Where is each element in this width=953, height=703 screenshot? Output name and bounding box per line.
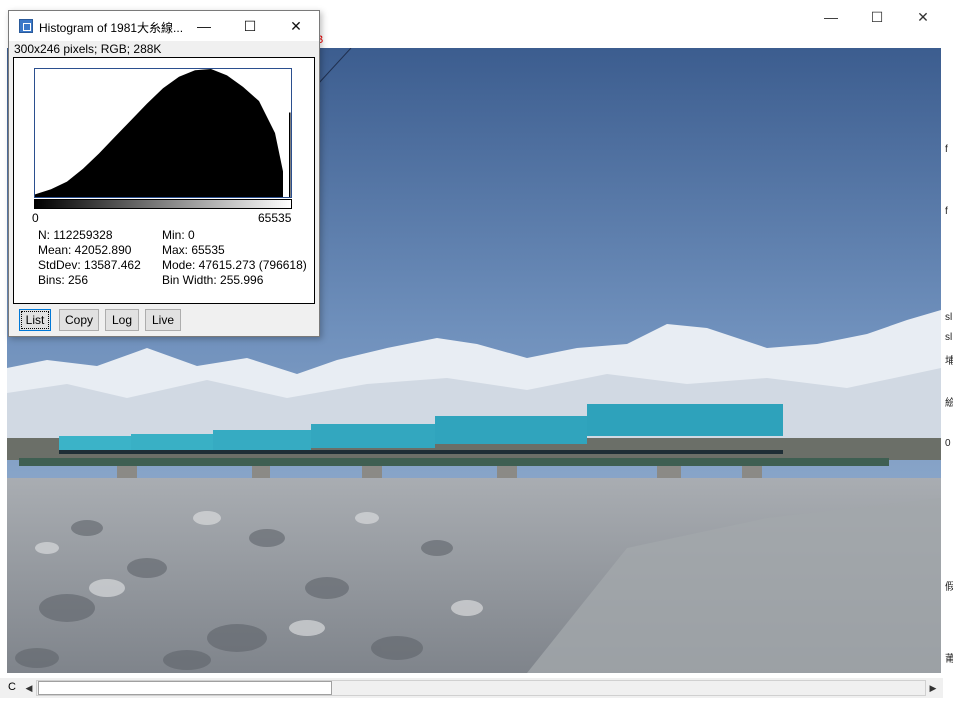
edge-glyph: 埔	[945, 356, 953, 367]
scroll-thumb[interactable]	[38, 681, 332, 695]
stat-mode: Mode: 47615.273 (796618)	[162, 258, 307, 272]
maximize-icon: ☐	[243, 17, 257, 34]
scroll-left-arrow-icon[interactable]: ◀	[22, 681, 36, 695]
histogram-image-info: 300x246 pixels; RGB; 288K	[14, 42, 162, 56]
background-right-edge: f f sl sl 埔 絵 0 假 莆	[943, 0, 953, 703]
edge-glyph: 絵	[945, 398, 953, 409]
edge-glyph: sl	[945, 332, 953, 343]
edge-glyph: 假	[945, 582, 953, 593]
histogram-close-button[interactable]: ✕	[273, 11, 319, 41]
edge-glyph: f	[945, 206, 948, 217]
close-button[interactable]: ✕	[900, 2, 946, 32]
histogram-plot	[34, 68, 292, 198]
histogram-title: Histogram of 1981大糸線...	[39, 21, 184, 35]
stat-mean: Mean: 42052.890	[38, 243, 132, 257]
list-button[interactable]: List	[19, 309, 51, 331]
minimize-icon: —	[197, 18, 211, 34]
stat-bins: Bins: 256	[38, 273, 89, 287]
close-icon: ✕	[290, 17, 302, 34]
maximize-icon: ☐	[870, 8, 884, 25]
scroll-channel-label: C	[8, 681, 16, 693]
scroll-right-arrow-icon[interactable]: ▶	[926, 681, 940, 695]
copy-button[interactable]: Copy	[59, 309, 99, 331]
imagej-app-icon	[19, 19, 33, 33]
close-icon: ✕	[917, 8, 929, 25]
intensity-gradient-bar	[34, 199, 292, 209]
minimize-button[interactable]: —	[808, 2, 854, 32]
histogram-last-bin	[289, 112, 291, 197]
bridge-deck	[19, 458, 889, 466]
edge-glyph: 莆	[945, 654, 953, 665]
histogram-minimize-button[interactable]: —	[181, 11, 227, 41]
edge-glyph: f	[945, 144, 948, 155]
histogram-panel: 0 65535 N: 112259328 Mean: 42052.890 Std…	[13, 57, 315, 304]
edge-glyph: sl	[945, 312, 953, 323]
live-button[interactable]: Live	[145, 309, 181, 331]
minimize-icon: —	[824, 9, 838, 25]
horizontal-scrollbar[interactable]: C ◀ ▶	[0, 678, 944, 698]
stat-stddev: StdDev: 13587.462	[38, 258, 141, 272]
stat-min: Min: 0	[162, 228, 195, 242]
log-button[interactable]: Log	[105, 309, 139, 331]
edge-glyph: 0	[945, 438, 951, 449]
axis-min-label: 0	[32, 211, 39, 225]
histogram-window[interactable]: Histogram of 1981大糸線... — ☐ ✕ 300x246 pi…	[8, 10, 320, 337]
stat-bin-width: Bin Width: 255.996	[162, 273, 264, 287]
stat-n: N: 112259328	[38, 228, 113, 242]
histogram-titlebar[interactable]: Histogram of 1981大糸線... — ☐ ✕	[9, 11, 319, 41]
histogram-maximize-button[interactable]: ☐	[227, 11, 273, 41]
maximize-button[interactable]: ☐	[854, 2, 900, 32]
axis-max-label: 65535	[258, 211, 292, 225]
stat-max: Max: 65535	[162, 243, 225, 257]
